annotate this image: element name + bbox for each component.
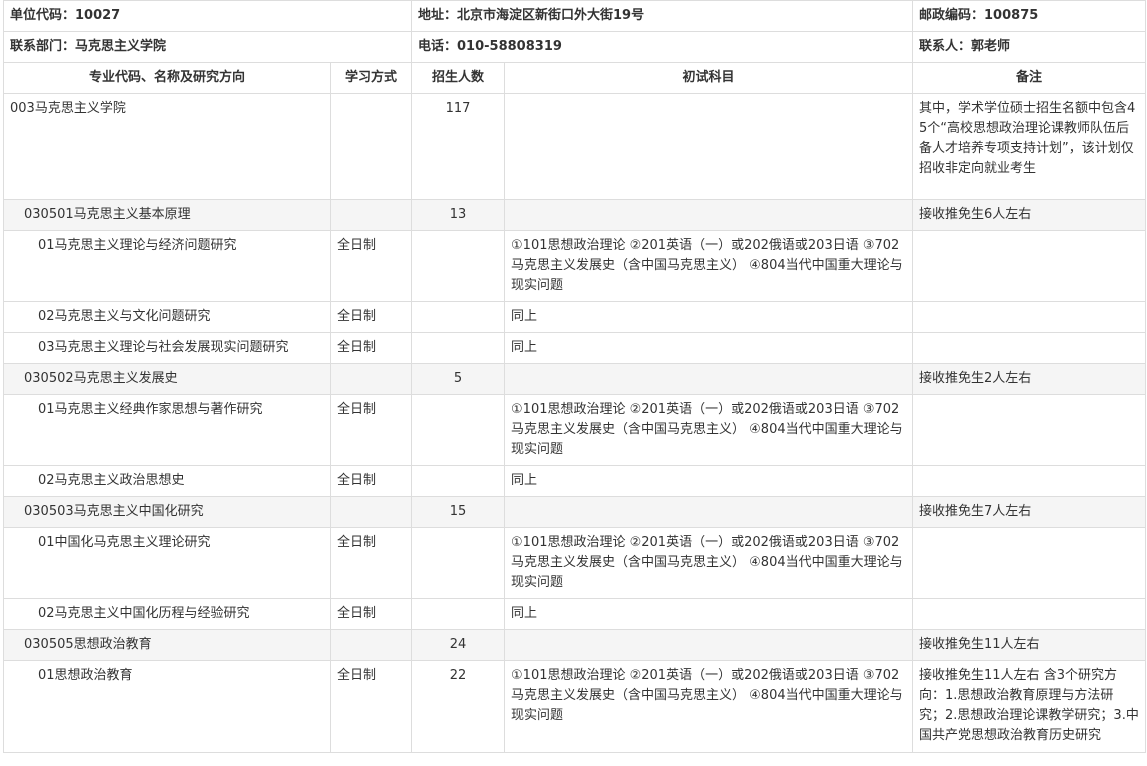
study-mode-cell: 全日制 <box>329 332 413 364</box>
postcode: 邮政编码：100875 <box>912 0 1147 32</box>
note-cell: 接收推免生11人左右 含3个研究方向：1.思想政治教育原理与方法研究；2.思想政… <box>912 660 1147 753</box>
table-row: 003马克思主义学院 117 其中，学术学位硕士招生名额中包含45个“高校思想政治理… <box>3 93 1147 200</box>
note-cell: 接收推免生6人左右 <box>912 199 1147 231</box>
exam-subjects-cell <box>504 93 914 200</box>
table-body: 003马克思主义学院 117 其中，学术学位硕士招生名额中包含45个“高校思想政治理… <box>3 93 1147 753</box>
note-cell <box>912 301 1147 333</box>
exam-subjects-cell: 同上 <box>504 301 914 333</box>
department: 联系部门：马克思主义学院 <box>2 31 413 63</box>
address: 地址：北京市海淀区新街口外大街19号 <box>411 0 914 32</box>
study-mode-cell: 全日制 <box>329 394 413 466</box>
note-cell: 其中，学术学位硕士招生名额中包含45个“高校思想政治理论课教师队伍后备人才培养专… <box>912 93 1147 200</box>
enrollment-count-cell <box>411 332 506 364</box>
study-mode-cell <box>329 363 413 395</box>
col-header-count: 招生人数 <box>411 62 506 94</box>
major-name-cell: 030501马克思主义基本原理 <box>3 199 331 231</box>
study-mode-cell: 全日制 <box>329 527 413 599</box>
enrollment-count-cell <box>411 598 506 630</box>
enrollment-count-cell <box>411 301 506 333</box>
col-header-major: 专业代码、名称及研究方向 <box>3 62 331 94</box>
exam-subjects-cell <box>504 199 914 231</box>
study-mode-cell <box>329 199 413 231</box>
note-cell <box>912 394 1147 466</box>
enrollment-count-cell <box>411 230 506 302</box>
note-cell: 接收推免生11人左右 <box>912 629 1147 661</box>
major-name-cell: 030503马克思主义中国化研究 <box>3 496 331 528</box>
note-cell <box>912 332 1147 364</box>
exam-subjects-cell: ①101思想政治理论 ②201英语（一）或202俄语或203日语 ③702马克思… <box>504 527 914 599</box>
major-name-cell: 01马克思主义理论与经济问题研究 <box>3 230 331 302</box>
enrollment-count-cell: 22 <box>411 660 506 753</box>
enrollment-count-cell <box>411 394 506 466</box>
enrollment-count-cell: 13 <box>411 199 506 231</box>
study-mode-cell: 全日制 <box>329 230 413 302</box>
note-cell <box>912 230 1147 302</box>
enrollment-count-cell <box>411 465 506 497</box>
exam-subjects-cell: 同上 <box>504 332 914 364</box>
major-name-cell: 02马克思主义中国化历程与经验研究 <box>3 598 331 630</box>
study-mode-cell <box>329 93 413 200</box>
enrollment-count-cell: 5 <box>411 363 506 395</box>
major-name-cell: 030505思想政治教育 <box>3 629 331 661</box>
study-mode-cell <box>329 629 413 661</box>
note-cell: 接收推免生7人左右 <box>912 496 1147 528</box>
major-name-cell: 030502马克思主义发展史 <box>3 363 331 395</box>
col-header-mode: 学习方式 <box>329 62 413 94</box>
exam-subjects-cell: ①101思想政治理论 ②201英语（一）或202俄语或203日语 ③702马克思… <box>504 394 914 466</box>
exam-subjects-cell: 同上 <box>504 465 914 497</box>
table-row: 01中国化马克思主义理论研究 全日制 ①101思想政治理论 ②201英语（一）或20… <box>3 527 1147 599</box>
col-header-subjects: 初试科目 <box>504 62 914 94</box>
note-cell <box>912 465 1147 497</box>
phone: 电话：010-58808319 <box>411 31 914 63</box>
enrollment-count-cell: 15 <box>411 496 506 528</box>
table-row: 030505思想政治教育 24 接收推免生11人左右 <box>3 629 1147 661</box>
unit-code: 单位代码：10027 <box>2 0 413 32</box>
table-row: 030503马克思主义中国化研究 15 接收推免生7人左右 <box>3 496 1147 528</box>
study-mode-cell: 全日制 <box>329 465 413 497</box>
enrollment-count-cell: 24 <box>411 629 506 661</box>
enrollment-count-cell <box>411 527 506 599</box>
major-name-cell: 01中国化马克思主义理论研究 <box>3 527 331 599</box>
study-mode-cell <box>329 496 413 528</box>
major-name-cell: 01马克思主义经典作家思想与著作研究 <box>3 394 331 466</box>
note-cell <box>912 527 1147 599</box>
table-row: 030502马克思主义发展史 5 接收推免生2人左右 <box>3 363 1147 395</box>
table-row: 02马克思主义与文化问题研究 全日制 同上 <box>3 301 1147 333</box>
enrollment-count-cell: 117 <box>411 93 506 200</box>
table-row: 01思想政治教育 全日制 22 ①101思想政治理论 ②201英语（一）或202俄语或… <box>3 660 1147 753</box>
study-mode-cell: 全日制 <box>329 598 413 630</box>
major-name-cell: 03马克思主义理论与社会发展现实问题研究 <box>3 332 331 364</box>
table-row: 030501马克思主义基本原理 13 接收推免生6人左右 <box>3 199 1147 231</box>
exam-subjects-cell: 同上 <box>504 598 914 630</box>
admissions-table: 单位代码：10027 地址：北京市海淀区新街口外大街19号 邮政编码：10087… <box>2 0 1147 753</box>
col-header-notes: 备注 <box>912 62 1147 94</box>
info-row-1: 单位代码：10027 地址：北京市海淀区新街口外大街19号 邮政编码：10087… <box>2 0 1147 32</box>
exam-subjects-cell <box>504 629 914 661</box>
info-row-2: 联系部门：马克思主义学院 电话：010-58808319 联系人：郭老师 <box>2 31 1147 63</box>
table-row: 02马克思主义中国化历程与经验研究 全日制 同上 <box>3 598 1147 630</box>
table-row: 01马克思主义理论与经济问题研究 全日制 ①101思想政治理论 ②201英语（一）或… <box>3 230 1147 302</box>
study-mode-cell: 全日制 <box>329 660 413 753</box>
study-mode-cell: 全日制 <box>329 301 413 333</box>
exam-subjects-cell <box>504 363 914 395</box>
major-name-cell: 02马克思主义与文化问题研究 <box>3 301 331 333</box>
note-cell: 接收推免生2人左右 <box>912 363 1147 395</box>
note-cell <box>912 598 1147 630</box>
exam-subjects-cell: ①101思想政治理论 ②201英语（一）或202俄语或203日语 ③702马克思… <box>504 230 914 302</box>
table-row: 01马克思主义经典作家思想与著作研究 全日制 ①101思想政治理论 ②201英语（一… <box>3 394 1147 466</box>
contact-person: 联系人：郭老师 <box>912 31 1147 63</box>
table-row: 03马克思主义理论与社会发展现实问题研究 全日制 同上 <box>3 332 1147 364</box>
major-name-cell: 01思想政治教育 <box>3 660 331 753</box>
exam-subjects-cell <box>504 496 914 528</box>
column-header-row: 专业代码、名称及研究方向 学习方式 招生人数 初试科目 备注 <box>3 62 1147 94</box>
table-row: 02马克思主义政治思想史 全日制 同上 <box>3 465 1147 497</box>
major-name-cell: 003马克思主义学院 <box>3 93 331 200</box>
major-name-cell: 02马克思主义政治思想史 <box>3 465 331 497</box>
exam-subjects-cell: ①101思想政治理论 ②201英语（一）或202俄语或203日语 ③702马克思… <box>504 660 914 753</box>
